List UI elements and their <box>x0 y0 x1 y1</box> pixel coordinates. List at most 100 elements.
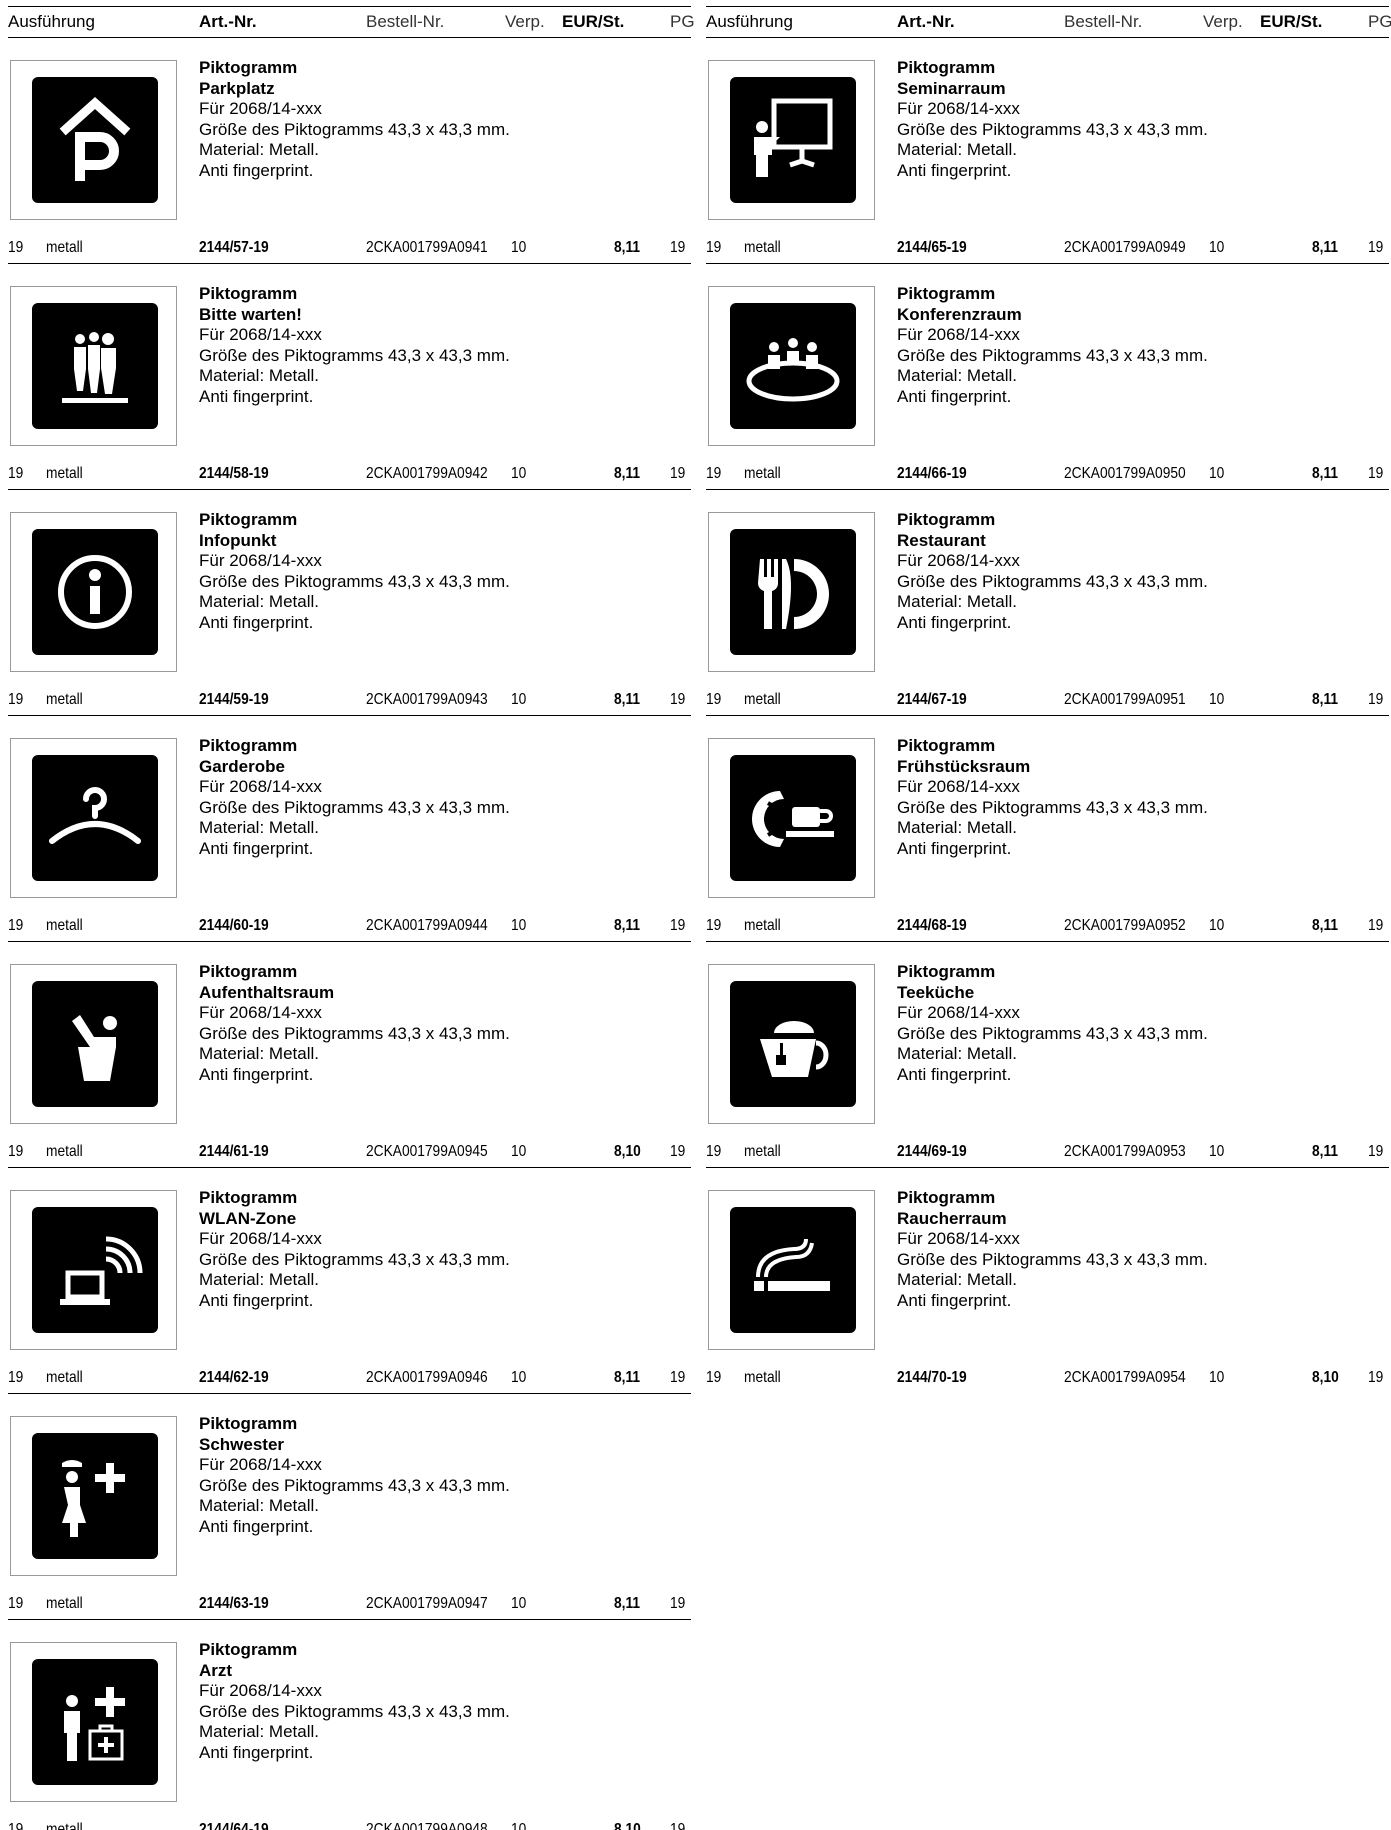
product-size: Größe des Piktogramms 43,3 x 43,3 mm. <box>199 119 510 139</box>
finish: metall <box>744 1143 781 1160</box>
package-qty: 10 <box>511 691 527 708</box>
product-compat: Für 2068/14-xxx <box>897 1003 1020 1022</box>
product-title: Piktogramm <box>897 58 996 77</box>
product-feature: Anti fingerprint. <box>897 1290 1012 1310</box>
product-image <box>708 512 875 672</box>
price-group: 19 <box>670 465 686 482</box>
product-title: Piktogramm <box>897 1188 996 1207</box>
product-image <box>10 738 177 898</box>
product-feature: Anti fingerprint. <box>897 160 1012 180</box>
finish: metall <box>46 239 83 256</box>
price-group: 19 <box>670 691 686 708</box>
conference-room-icon <box>730 303 856 429</box>
product-title: Piktogramm <box>199 1414 298 1433</box>
product-size: Größe des Piktogramms 43,3 x 43,3 mm. <box>897 1249 1208 1269</box>
product-feature: Anti fingerprint. <box>199 1742 314 1762</box>
product-description: Piktogramm Frühstücksraum Für 2068/14-xx… <box>897 736 1208 859</box>
finish: metall <box>744 239 781 256</box>
product-compat: Für 2068/14-xxx <box>897 551 1020 570</box>
header-art-nr: Art.-Nr. <box>897 12 955 31</box>
article-number: 2144/69-19 <box>897 1143 967 1160</box>
pg-number: 19 <box>706 691 722 708</box>
product-name: Raucherraum <box>897 1208 1007 1228</box>
product-title: Piktogramm <box>897 736 996 755</box>
header-ausfuehrung: Ausführung <box>706 12 793 31</box>
order-row: 19 metall 2144/67-19 2CKA001799A0951 10 … <box>706 689 1389 711</box>
product-image <box>10 964 177 1124</box>
price: 8,11 <box>1312 917 1339 934</box>
product-image <box>10 1190 177 1350</box>
pg-number: 19 <box>706 1143 722 1160</box>
product-material: Material: Metall. <box>897 1044 1017 1063</box>
order-number: 2CKA001799A0941 <box>366 239 488 256</box>
price: 8,11 <box>1312 239 1339 256</box>
product-title: Piktogramm <box>199 1640 298 1659</box>
finish: metall <box>46 1595 83 1612</box>
order-row: 19 metall 2144/65-19 2CKA001799A0949 10 … <box>706 237 1389 259</box>
product-name: Infopunkt <box>199 530 277 550</box>
product-size: Größe des Piktogramms 43,3 x 43,3 mm. <box>199 797 510 817</box>
order-row: 19 metall 2144/69-19 2CKA001799A0953 10 … <box>706 1141 1389 1163</box>
article-number: 2144/66-19 <box>897 465 967 482</box>
product-entry: Piktogramm Infopunkt Für 2068/14-xxx Grö… <box>8 490 691 716</box>
package-qty: 10 <box>511 465 527 482</box>
product-entry: Piktogramm Garderobe Für 2068/14-xxx Grö… <box>8 716 691 942</box>
pg-number: 19 <box>706 465 722 482</box>
product-compat: Für 2068/14-xxx <box>897 777 1020 796</box>
product-feature: Anti fingerprint. <box>897 1064 1012 1084</box>
product-material: Material: Metall. <box>897 1270 1017 1289</box>
product-title: Piktogramm <box>897 284 996 303</box>
article-number: 2144/59-19 <box>199 691 269 708</box>
order-number: 2CKA001799A0950 <box>1064 465 1186 482</box>
product-entry: Piktogramm Konferenzraum Für 2068/14-xxx… <box>706 264 1389 490</box>
product-feature: Anti fingerprint. <box>199 612 314 632</box>
product-material: Material: Metall. <box>199 1496 319 1515</box>
pg-number: 19 <box>8 1595 24 1612</box>
package-qty: 10 <box>1209 465 1225 482</box>
header-eur: EUR/St. <box>562 12 625 31</box>
order-number: 2CKA001799A0952 <box>1064 917 1186 934</box>
product-entry: Piktogramm Teeküche Für 2068/14-xxx Größ… <box>706 942 1389 1168</box>
header-bestell-nr: Bestell-Nr. <box>366 12 445 31</box>
header-ausfuehrung: Ausführung <box>8 12 95 31</box>
order-row: 19 metall 2144/63-19 2CKA001799A0947 10 … <box>8 1593 691 1615</box>
pg-number: 19 <box>706 1369 722 1386</box>
pg-number: 19 <box>8 1369 24 1386</box>
product-size: Größe des Piktogramms 43,3 x 43,3 mm. <box>199 1475 510 1495</box>
pg-number: 19 <box>8 691 24 708</box>
price: 8,10 <box>1312 1369 1339 1386</box>
product-size: Größe des Piktogramms 43,3 x 43,3 mm. <box>897 345 1208 365</box>
article-number: 2144/61-19 <box>199 1143 269 1160</box>
product-entry: Piktogramm Parkplatz Für 2068/14-xxx Grö… <box>8 38 691 264</box>
product-compat: Für 2068/14-xxx <box>897 1229 1020 1248</box>
product-feature: Anti fingerprint. <box>897 386 1012 406</box>
pg-number: 19 <box>706 917 722 934</box>
tea-kitchen-icon <box>730 981 856 1107</box>
product-material: Material: Metall. <box>199 1722 319 1741</box>
order-number: 2CKA001799A0942 <box>366 465 488 482</box>
order-number: 2CKA001799A0945 <box>366 1143 488 1160</box>
price-group: 19 <box>670 917 686 934</box>
product-entry: Piktogramm Schwester Für 2068/14-xxx Grö… <box>8 1394 691 1620</box>
pg-number: 19 <box>8 1821 24 1830</box>
order-row: 19 metall 2144/61-19 2CKA001799A0945 10 … <box>8 1141 691 1163</box>
product-name: Frühstücksraum <box>897 756 1031 776</box>
info-icon <box>32 529 158 655</box>
order-number: 2CKA001799A0948 <box>366 1821 488 1830</box>
restaurant-icon <box>730 529 856 655</box>
article-number: 2144/58-19 <box>199 465 269 482</box>
product-description: Piktogramm Raucherraum Für 2068/14-xxx G… <box>897 1188 1208 1311</box>
product-size: Größe des Piktogramms 43,3 x 43,3 mm. <box>199 1023 510 1043</box>
product-feature: Anti fingerprint. <box>199 160 314 180</box>
product-column-right: Ausführung Art.-Nr. Bestell-Nr. Verp. EU… <box>706 6 1391 1394</box>
price-group: 19 <box>1368 465 1384 482</box>
order-number: 2CKA001799A0944 <box>366 917 488 934</box>
product-compat: Für 2068/14-xxx <box>199 1681 322 1700</box>
product-feature: Anti fingerprint. <box>897 612 1012 632</box>
product-description: Piktogramm Restaurant Für 2068/14-xxx Gr… <box>897 510 1208 633</box>
product-image <box>10 1416 177 1576</box>
order-row: 19 metall 2144/64-19 2CKA001799A0948 10 … <box>8 1819 691 1830</box>
package-qty: 10 <box>511 917 527 934</box>
seminar-room-icon <box>730 77 856 203</box>
order-number: 2CKA001799A0953 <box>1064 1143 1186 1160</box>
